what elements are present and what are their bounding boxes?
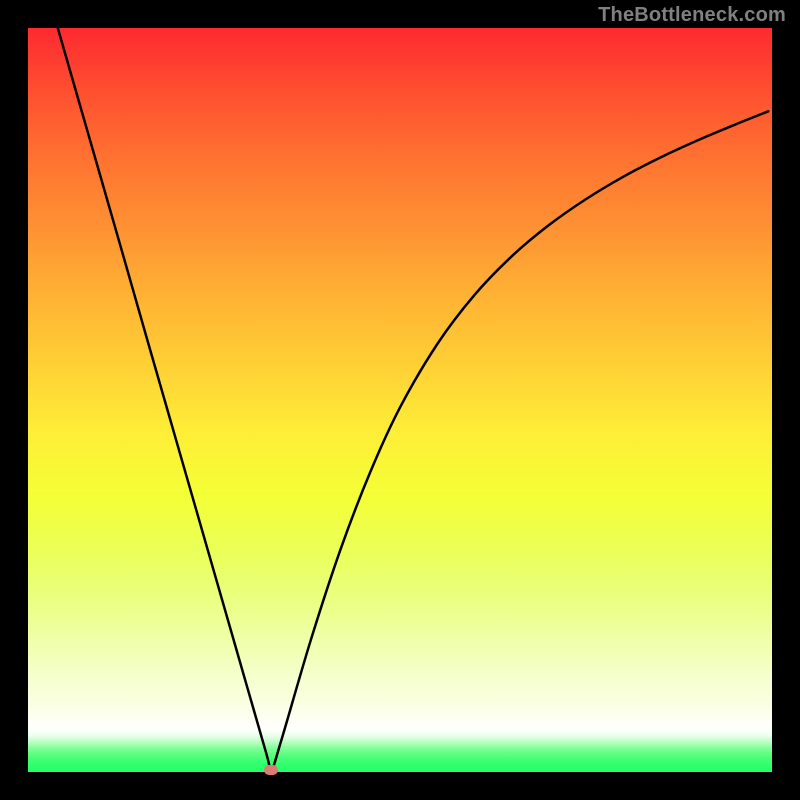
outer-frame: TheBottleneck.com [0,0,800,800]
plot-area [28,28,772,772]
watermark-text: TheBottleneck.com [598,4,786,27]
bottleneck-curve [28,28,772,772]
optimal-point-marker [264,765,278,775]
